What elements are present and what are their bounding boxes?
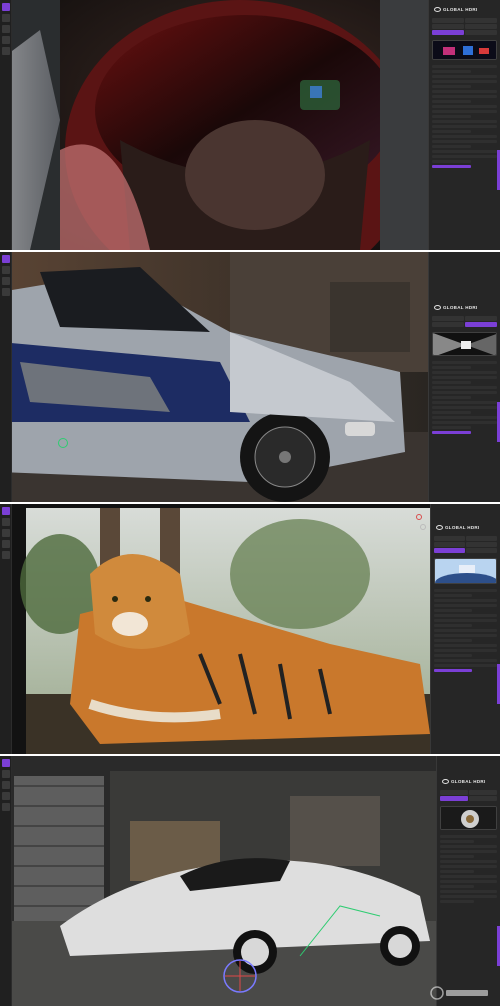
properties-panel: GLOBAL HDRI: [436, 756, 500, 1006]
axis-gizmo[interactable]: [58, 438, 68, 448]
move-tool-icon[interactable]: [2, 518, 10, 526]
category-buttons[interactable]: [434, 548, 497, 553]
category-buttons[interactable]: [434, 536, 497, 541]
scale-tool-icon[interactable]: [2, 792, 10, 800]
brand-name: GLOBAL HDRI: [443, 7, 478, 12]
viewport-concept-car[interactable]: [0, 756, 436, 1006]
screenshot-panel-1: GLOBAL HDRI: [0, 0, 500, 250]
tool-sidebar: [0, 252, 12, 502]
screenshot-panel-2: GLOBAL HDRI: [0, 252, 500, 502]
category-buttons[interactable]: [432, 24, 497, 29]
tool-sidebar: [0, 504, 12, 754]
render-concept-car: [0, 756, 436, 1006]
light-tool-icon[interactable]: [2, 803, 10, 811]
brand-logo: GLOBAL HDRI: [434, 305, 497, 310]
category-buttons[interactable]: [432, 316, 497, 321]
category-buttons[interactable]: [440, 796, 497, 801]
rotate-tool-icon[interactable]: [2, 781, 10, 789]
selected-row[interactable]: [432, 431, 471, 434]
scale-tool-icon[interactable]: [2, 288, 10, 296]
properties-panel: GLOBAL HDRI: [428, 252, 500, 502]
category-buttons[interactable]: [432, 322, 497, 327]
render-tiger: [0, 504, 430, 754]
brand-name: GLOBAL HDRI: [451, 779, 486, 784]
properties-panel: GLOBAL HDRI: [428, 0, 500, 250]
scale-tool-icon[interactable]: [2, 36, 10, 44]
viewport-car[interactable]: [0, 252, 428, 502]
render-car: [0, 252, 428, 502]
hdri-thumbnail[interactable]: [432, 40, 497, 60]
globe-icon: [434, 7, 441, 12]
brand-logo: GLOBAL HDRI: [442, 779, 497, 784]
category-buttons[interactable]: [432, 18, 497, 23]
gfxtra-logo: [430, 986, 488, 1000]
hdri-thumbnail[interactable]: [434, 558, 497, 584]
rotate-tool-icon[interactable]: [2, 529, 10, 537]
rotate-tool-icon[interactable]: [2, 277, 10, 285]
globe-icon: [436, 525, 443, 530]
select-tool-icon[interactable]: [2, 759, 10, 767]
selected-row[interactable]: [434, 669, 472, 672]
category-buttons[interactable]: [432, 30, 497, 35]
view-gizmo-x[interactable]: [416, 514, 422, 520]
category-buttons[interactable]: [434, 542, 497, 547]
move-tool-icon[interactable]: [2, 770, 10, 778]
screenshot-panel-3: GLOBAL HDRI: [0, 504, 500, 754]
move-tool-icon[interactable]: [2, 14, 10, 22]
globe-icon: [434, 305, 441, 310]
render-astronaut: [0, 0, 428, 250]
select-tool-icon[interactable]: [2, 3, 10, 11]
tool-sidebar: [0, 756, 12, 1006]
light-tool-icon[interactable]: [2, 551, 10, 559]
move-tool-icon[interactable]: [2, 266, 10, 274]
view-gizmo-y[interactable]: [420, 524, 426, 530]
brand-logo: GLOBAL HDRI: [434, 7, 497, 12]
hdri-thumbnail[interactable]: [440, 806, 497, 830]
apply-button[interactable]: [432, 165, 471, 168]
tool-sidebar: [0, 0, 12, 250]
scale-tool-icon[interactable]: [2, 540, 10, 548]
category-buttons[interactable]: [440, 790, 497, 795]
brand-name: GLOBAL HDRI: [443, 305, 478, 310]
brand-name: GLOBAL HDRI: [445, 525, 480, 530]
screenshot-panel-4: GLOBAL HDRI: [0, 756, 500, 1006]
properties-panel: GLOBAL HDRI: [430, 504, 500, 754]
viewport-tiger[interactable]: [0, 504, 430, 754]
hdri-thumbnail[interactable]: [432, 332, 497, 356]
globe-icon: [442, 779, 449, 784]
select-tool-icon[interactable]: [2, 507, 10, 515]
rotate-tool-icon[interactable]: [2, 25, 10, 33]
select-tool-icon[interactable]: [2, 255, 10, 263]
viewport-astronaut[interactable]: [0, 0, 428, 250]
brand-logo: GLOBAL HDRI: [436, 525, 497, 530]
light-tool-icon[interactable]: [2, 47, 10, 55]
